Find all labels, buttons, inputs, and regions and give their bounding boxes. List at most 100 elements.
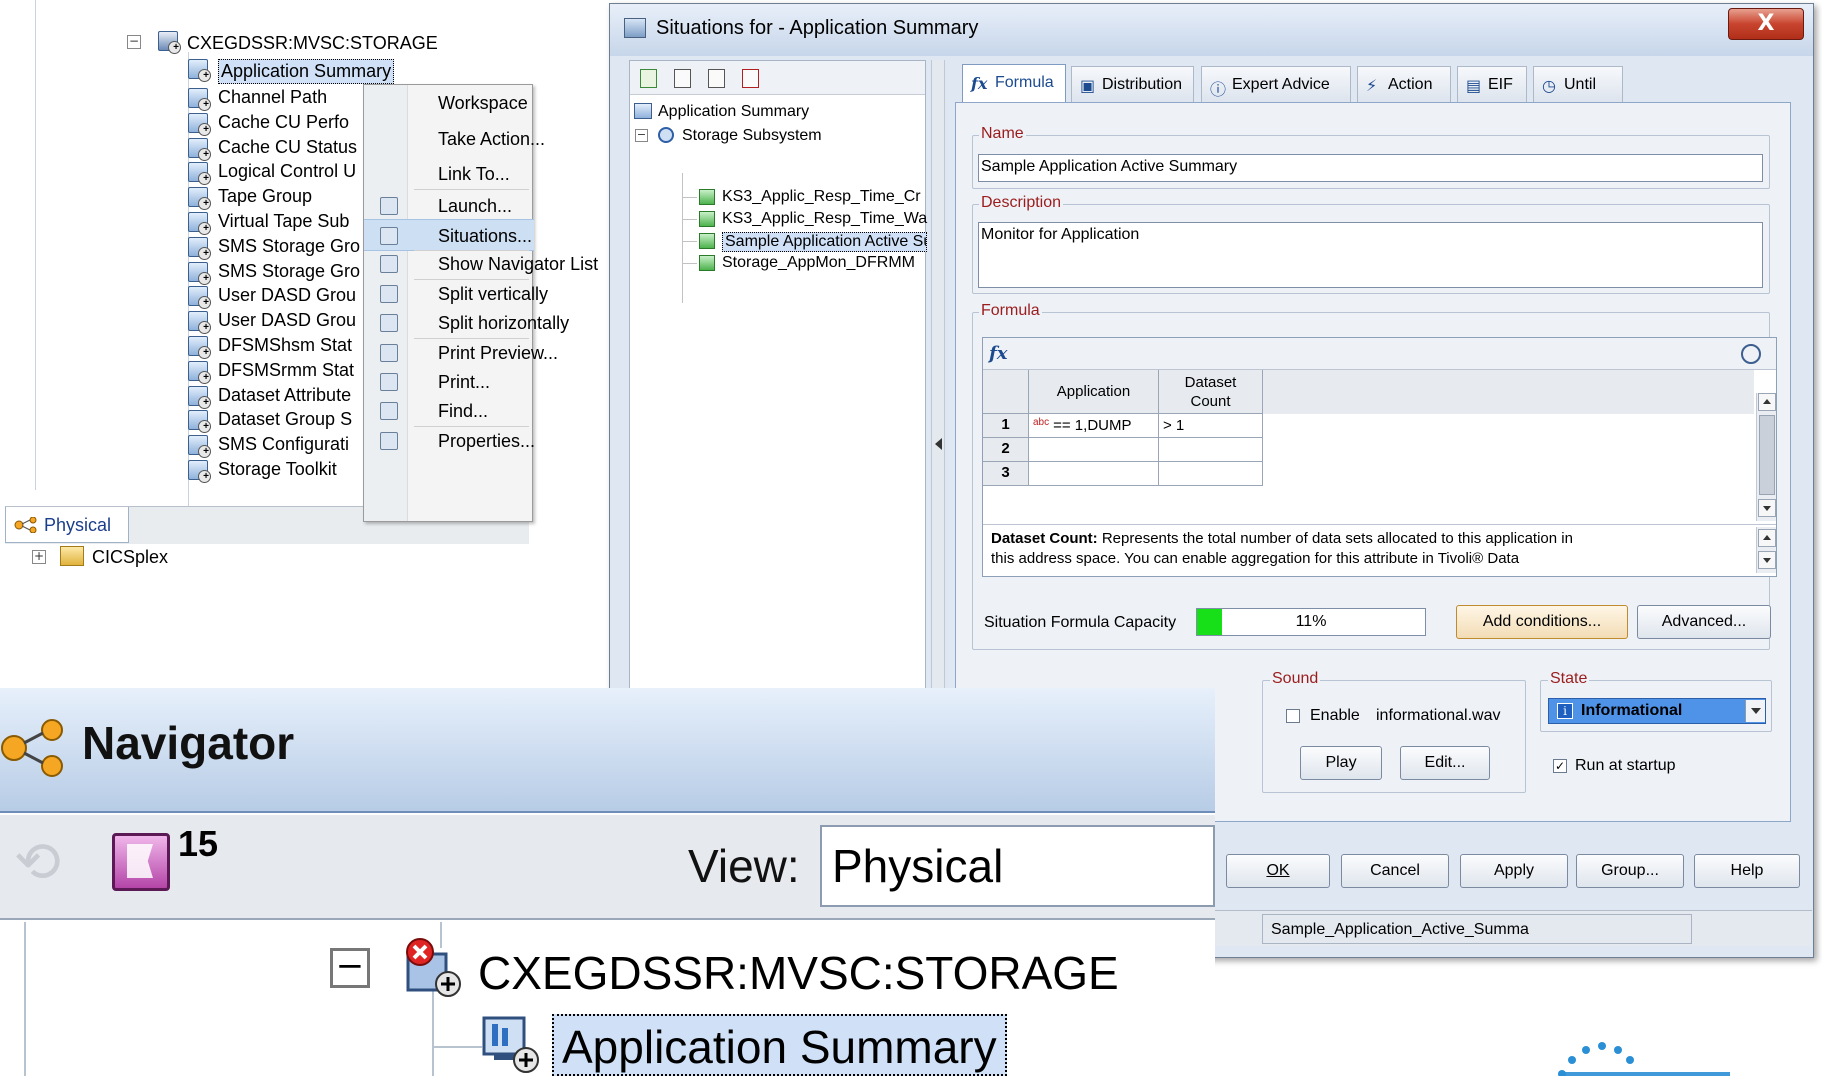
ok-button[interactable]: OK: [1226, 854, 1330, 888]
tab-until[interactable]: ◷ Until: [1533, 66, 1623, 102]
situation-item[interactable]: Sample Application Active Su: [722, 232, 927, 252]
menu-item-launch[interactable]: Launch...: [364, 190, 534, 222]
menu-item-print[interactable]: Print...: [364, 366, 534, 398]
tree-item[interactable]: Cache CU Perfo: [218, 112, 349, 133]
situation-item[interactable]: Storage_AppMon_DFRMM: [722, 254, 915, 272]
menu-item-split-vertically[interactable]: Split vertically: [364, 278, 548, 310]
menu-item-show-navigator-list[interactable]: Show Navigator List: [364, 248, 598, 280]
delete-situation-icon[interactable]: [742, 69, 759, 88]
tree-root-node[interactable]: CXEGDSSR:MVSC:STORAGE: [187, 33, 438, 54]
add-conditions-button[interactable]: Add conditions...: [1456, 605, 1628, 639]
menu-item-find[interactable]: Find...: [364, 395, 534, 427]
scroll-thumb[interactable]: [1759, 415, 1775, 495]
tree-item[interactable]: User DASD Grou: [218, 285, 356, 306]
close-button[interactable]: X: [1728, 8, 1804, 40]
expand-icon[interactable]: +: [32, 550, 46, 564]
situation-tree-root[interactable]: Application Summary: [658, 103, 809, 121]
formula-cell-dataset-count[interactable]: > 1: [1159, 414, 1263, 438]
formula-cell-application[interactable]: [1029, 462, 1159, 486]
situation-item[interactable]: KS3_Applic_Resp_Time_Cr: [722, 188, 921, 206]
new-situation-icon[interactable]: [674, 69, 691, 88]
collapse-icon[interactable]: −: [127, 35, 141, 49]
situation-item[interactable]: KS3_Applic_Resp_Time_Wa: [722, 210, 927, 228]
tree-item[interactable]: Storage Toolkit: [218, 459, 337, 480]
tree-node-cicsplex[interactable]: CICSplex: [92, 547, 168, 568]
filter-icon[interactable]: [640, 69, 657, 88]
cancel-button[interactable]: Cancel: [1341, 854, 1449, 888]
tab-eif[interactable]: ▤ EIF: [1457, 66, 1527, 102]
menu-item-split-horizontally[interactable]: Split horizontally: [364, 307, 569, 339]
subsystem-icon: [658, 127, 674, 143]
workspace-node-icon: +: [188, 236, 211, 260]
string-operator-icon: abc: [1033, 417, 1050, 428]
refresh-icon[interactable]: ⟲: [14, 833, 78, 897]
collapse-arrow-icon[interactable]: [935, 438, 942, 450]
menu-item-label: Workspace: [438, 93, 528, 113]
column-header-application[interactable]: Application: [1029, 370, 1159, 414]
view-select[interactable]: Physical: [820, 825, 1215, 907]
tree-item[interactable]: SMS Configurati: [218, 434, 349, 455]
tree-item[interactable]: Channel Path: [218, 87, 327, 108]
formula-cell-dataset-count[interactable]: [1159, 462, 1263, 486]
tree-item[interactable]: DFSMSrmm Stat: [218, 360, 354, 381]
help-scrollbar[interactable]: [1756, 527, 1776, 573]
tree-item[interactable]: Cache CU Status: [218, 137, 357, 158]
edit-sound-button[interactable]: Edit...: [1400, 746, 1490, 780]
state-select[interactable]: i Informational: [1548, 698, 1766, 724]
event-flag-icon[interactable]: [112, 833, 170, 891]
help-button[interactable]: Help: [1694, 854, 1800, 888]
menu-item-link-to[interactable]: Link To...: [364, 158, 534, 190]
copy-situation-icon[interactable]: [708, 69, 725, 88]
formula-grid-scrollbar[interactable]: [1756, 393, 1776, 521]
chevron-down-icon[interactable]: [1745, 700, 1765, 722]
tab-physical[interactable]: Physical: [5, 507, 129, 543]
play-button[interactable]: Play: [1300, 746, 1382, 780]
workspace-node-icon: +: [188, 261, 211, 285]
tab-distribution[interactable]: ▣ Distribution: [1071, 66, 1194, 102]
dialog-titlebar[interactable]: Situations for - Application Summary X: [610, 4, 1813, 56]
situation-tree-subsystem[interactable]: Storage Subsystem: [682, 127, 822, 145]
tab-expert-advice[interactable]: ⓘ Expert Advice: [1201, 66, 1351, 102]
formula-cell-dataset-count[interactable]: [1159, 438, 1263, 462]
tree-item[interactable]: SMS Storage Gro: [218, 236, 360, 257]
tree-item[interactable]: Logical Control U: [218, 161, 356, 182]
menu-item-workspace[interactable]: Workspace: [364, 87, 534, 119]
tab-formula[interactable]: fx Formula: [962, 64, 1066, 104]
column-header-dataset-count[interactable]: Dataset Count: [1159, 370, 1263, 414]
tree-item[interactable]: SMS Storage Gro: [218, 261, 360, 282]
scroll-up-icon[interactable]: [1758, 393, 1776, 411]
menu-item-properties[interactable]: Properties...: [364, 425, 535, 457]
menu-item-print-preview[interactable]: Print Preview...: [364, 337, 558, 369]
scroll-down-icon[interactable]: [1758, 499, 1776, 517]
tree-item[interactable]: User DASD Grou: [218, 310, 356, 331]
situation-icon: [699, 233, 715, 249]
tree-item[interactable]: DFSMShsm Stat: [218, 335, 352, 356]
fx-icon[interactable]: fx: [989, 343, 1007, 364]
scroll-down-icon[interactable]: [1758, 551, 1776, 569]
group-button[interactable]: Group...: [1576, 854, 1684, 888]
tree-item-application-summary[interactable]: Application Summary: [218, 59, 395, 84]
dialog-window-icon: [624, 18, 646, 38]
menu-item-take-action[interactable]: Take Action...: [364, 123, 545, 155]
tree-item[interactable]: Dataset Attribute: [218, 385, 351, 406]
tree-item[interactable]: Virtual Tape Sub: [218, 211, 349, 232]
tree-item[interactable]: Dataset Group S: [218, 409, 352, 430]
formula-cell-application[interactable]: abc == 1,DUMP: [1029, 414, 1159, 438]
collapse-icon[interactable]: −: [635, 129, 648, 142]
formula-cell-application[interactable]: [1029, 438, 1159, 462]
menu-item-situations[interactable]: Situations...: [364, 219, 534, 251]
enable-sound-checkbox[interactable]: [1286, 709, 1300, 723]
tree-root-node-zoomed[interactable]: CXEGDSSR:MVSC:STORAGE: [478, 946, 1119, 1000]
split-horizontal-icon: [380, 314, 398, 332]
advanced-button[interactable]: Advanced...: [1637, 605, 1771, 639]
apply-button[interactable]: Apply: [1460, 854, 1568, 888]
scroll-up-icon[interactable]: [1758, 529, 1776, 547]
formula-zoom-icon[interactable]: [1741, 344, 1761, 364]
run-at-startup-checkbox[interactable]: ✓: [1553, 759, 1567, 773]
tab-action[interactable]: ⚡ Action: [1357, 66, 1451, 102]
collapse-icon[interactable]: −: [330, 948, 370, 988]
tree-item-application-summary-zoomed[interactable]: Application Summary: [552, 1014, 1007, 1076]
tree-item[interactable]: Tape Group: [218, 186, 312, 207]
description-field[interactable]: Monitor for Application: [978, 222, 1763, 288]
situation-name-field[interactable]: Sample Application Active Summary: [978, 154, 1763, 182]
